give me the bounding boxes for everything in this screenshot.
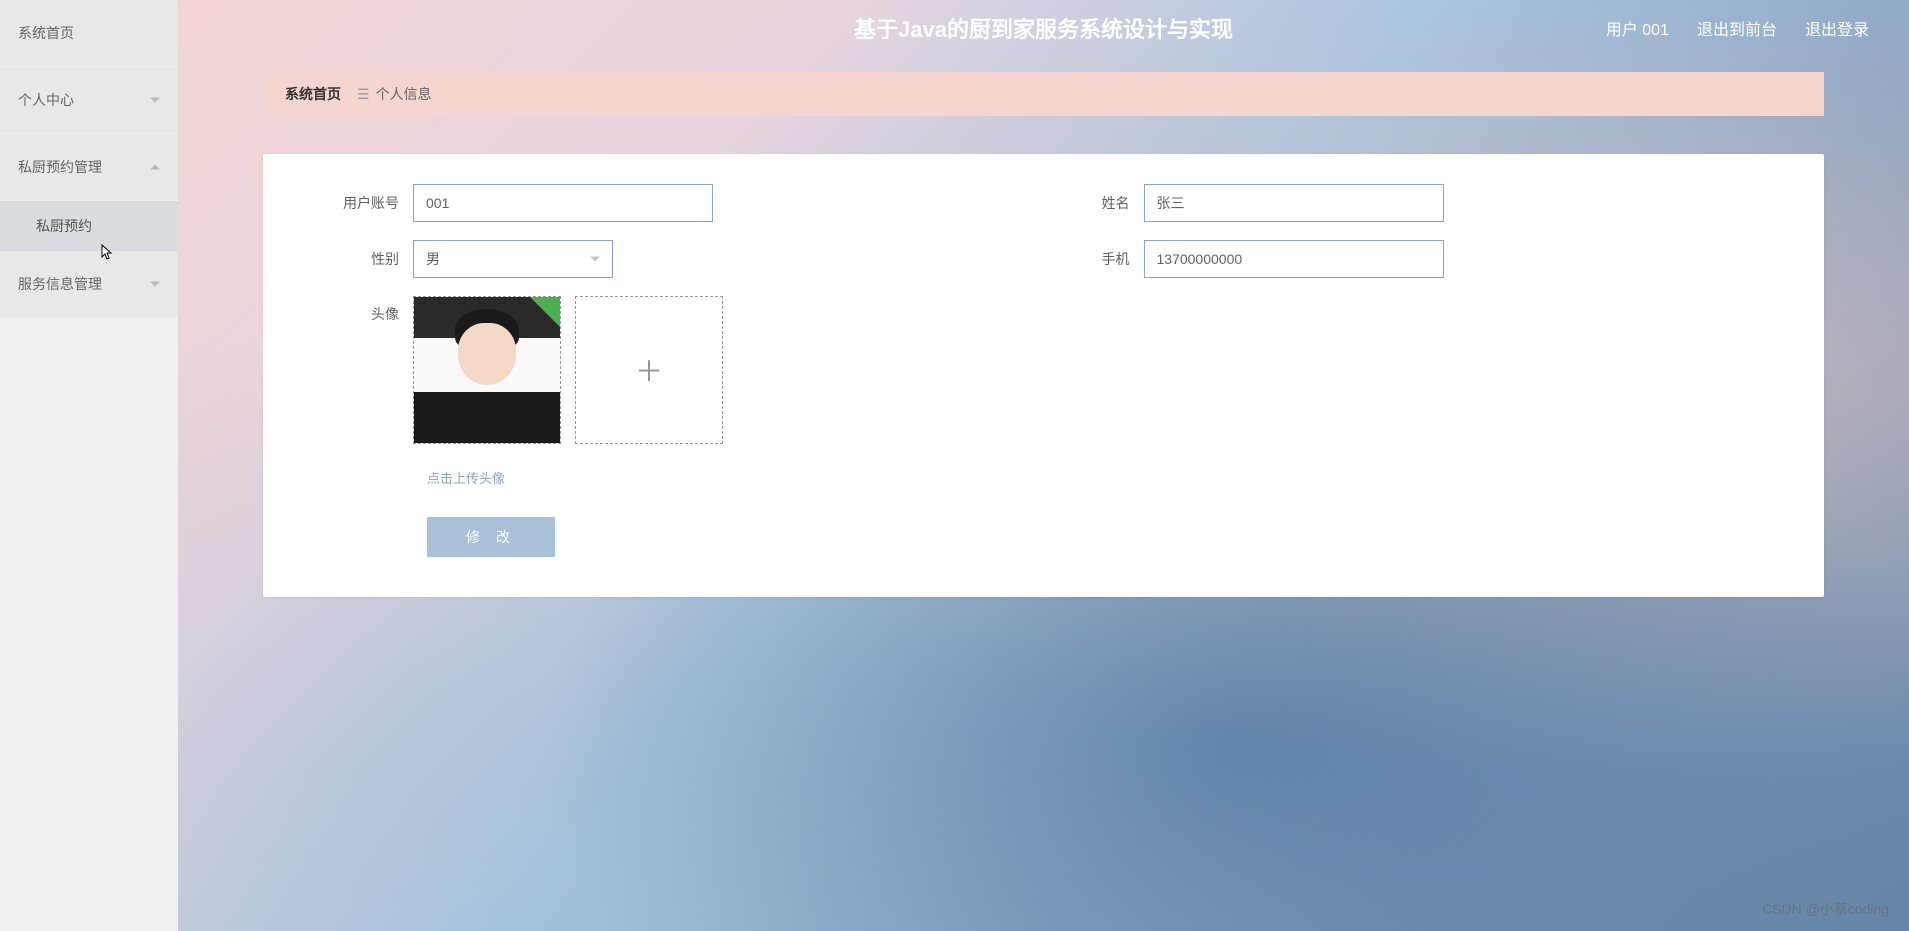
sidebar-item-reservation-mgmt[interactable]: 私厨预约管理 <box>0 134 178 200</box>
header-user-link[interactable]: 用户 001 <box>1606 16 1669 40</box>
avatar-preview[interactable] <box>413 296 561 444</box>
sidebar-item-label: 服务信息管理 <box>18 276 102 292</box>
header: 基于Java的厨到家服务系统设计与实现 用户 001 退出到前台 退出登录 <box>178 0 1909 56</box>
gender-label: 性别 <box>313 249 413 269</box>
name-input[interactable] <box>1144 184 1444 222</box>
breadcrumb-separator-icon: ☰ <box>357 86 370 103</box>
account-label: 用户账号 <box>313 193 413 213</box>
breadcrumb-home[interactable]: 系统首页 <box>285 84 341 104</box>
page-title: 基于Java的厨到家服务系统设计与实现 <box>854 12 1233 44</box>
sidebar-item-label: 个人中心 <box>18 92 74 108</box>
sidebar-subitem-reservation[interactable]: 私厨预约 <box>0 201 178 251</box>
watermark: CSDN @小蔡coding <box>1762 899 1889 919</box>
header-logout-front-link[interactable]: 退出到前台 <box>1697 16 1777 40</box>
submit-button[interactable]: 修 改 <box>427 517 555 557</box>
breadcrumb: 系统首页 ☰ 个人信息 <box>263 72 1824 116</box>
plus-icon: ＋ <box>635 350 663 390</box>
phone-label: 手机 <box>1044 249 1144 269</box>
name-label: 姓名 <box>1044 193 1144 213</box>
avatar-label: 头像 <box>313 296 413 324</box>
gender-select-value: 男 <box>426 249 440 269</box>
gender-select[interactable]: 男 <box>413 240 613 278</box>
account-input[interactable] <box>413 184 713 222</box>
avatar-upload-button[interactable]: ＋ <box>575 296 723 444</box>
sidebar-item-profile[interactable]: 个人中心 <box>0 67 178 133</box>
breadcrumb-current: 个人信息 <box>376 84 432 104</box>
sidebar-item-home[interactable]: 系统首页 <box>0 0 178 66</box>
sidebar-item-label: 私厨预约管理 <box>18 159 102 175</box>
header-logout-link[interactable]: 退出登录 <box>1805 16 1869 40</box>
success-corner-icon <box>530 297 560 327</box>
sidebar-item-service-mgmt[interactable]: 服务信息管理 <box>0 251 178 317</box>
sidebar: 系统首页 个人中心 私厨预约管理 私厨预约 服务信息管理 <box>0 0 178 931</box>
upload-hint: 点击上传头像 <box>427 468 1774 487</box>
sidebar-item-label: 系统首页 <box>18 25 74 41</box>
sidebar-item-label: 私厨预约 <box>36 218 92 234</box>
form-panel: 用户账号 姓名 性别 男 手机 <box>263 154 1824 597</box>
phone-input[interactable] <box>1144 240 1444 278</box>
